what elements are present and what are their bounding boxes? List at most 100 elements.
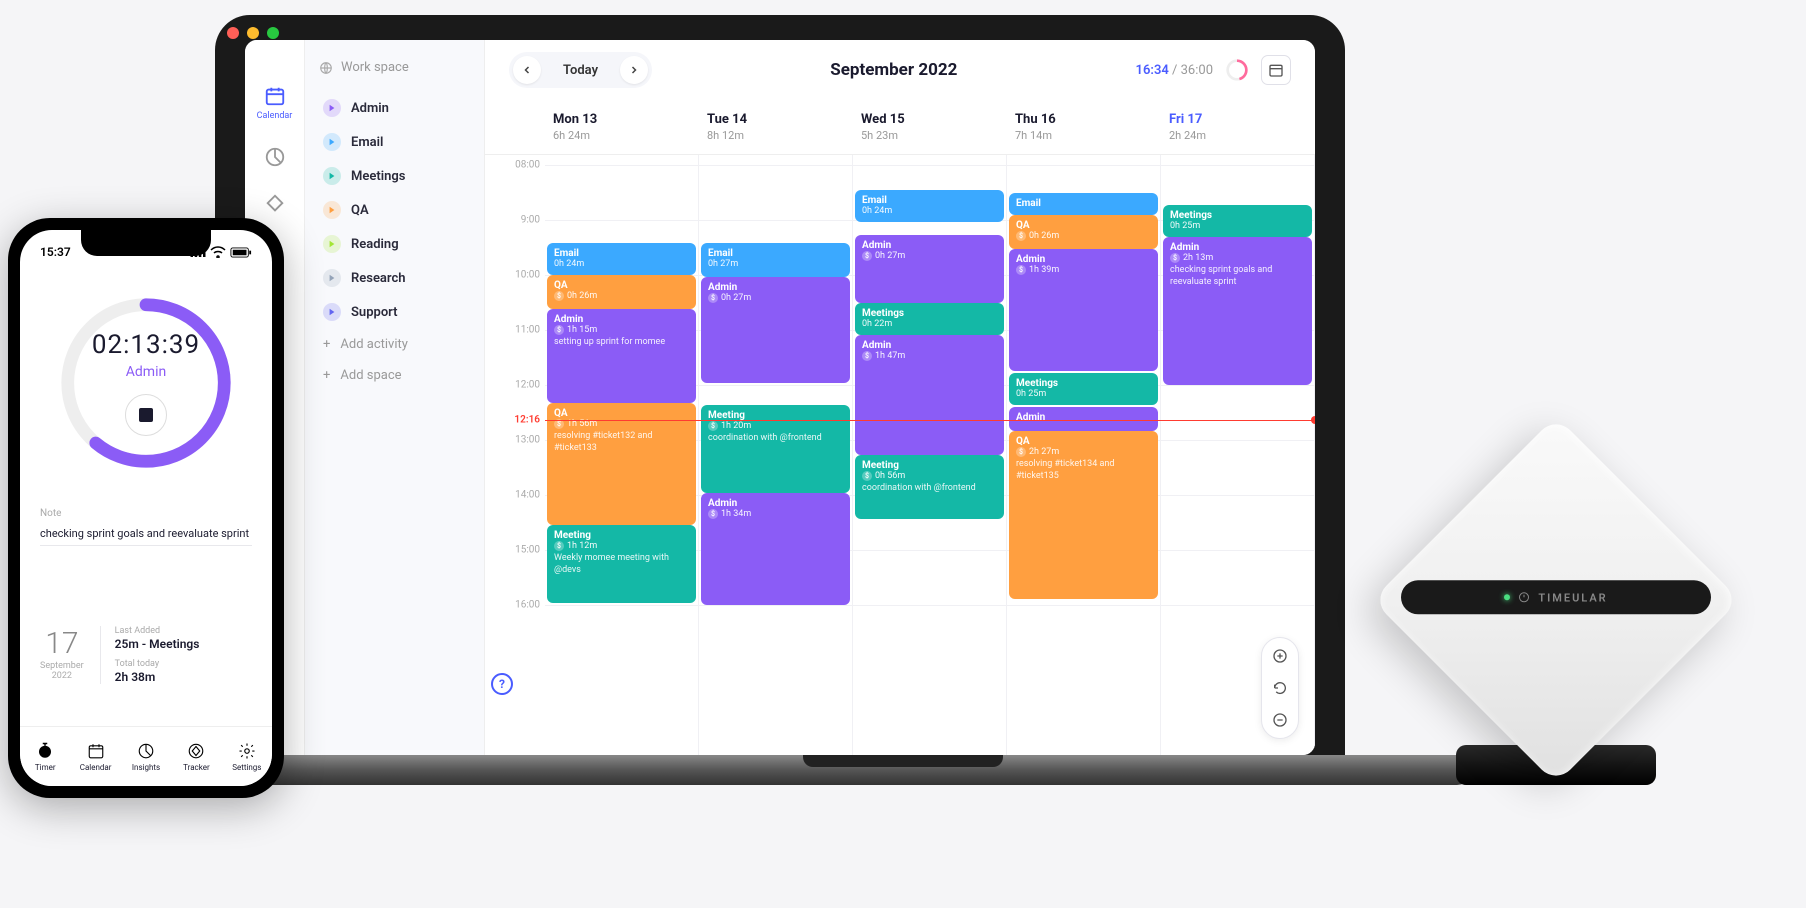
event-title: Meetings — [1016, 378, 1151, 389]
calendar-grid[interactable]: 08:009:0010:0011:0012:0013:0014:0015:001… — [485, 155, 1315, 755]
activity-support[interactable]: Support — [319, 295, 470, 329]
day-header[interactable]: Tue 148h 12m — [699, 100, 853, 154]
event-note: setting up sprint for momee — [554, 337, 689, 349]
date-year: 2022 — [40, 671, 84, 681]
event-block[interactable]: Admin$1h 39m — [1009, 249, 1158, 371]
nav-calendar[interactable]: Calendar — [257, 85, 293, 121]
event-block[interactable]: Meeting$1h 12mWeekly momee meeting with … — [547, 525, 696, 603]
diamond-icon — [187, 742, 205, 760]
event-title: Email — [1016, 198, 1151, 209]
calendar-icon — [1268, 62, 1284, 78]
event-note: coordination with @frontend — [862, 483, 997, 495]
day-column[interactable]: EmailQA$0h 26mAdmin$1h 39mMeetings0h 25m… — [1007, 155, 1161, 755]
event-block[interactable]: QA$2h 27mresolving #ticket134 and #ticke… — [1009, 431, 1158, 599]
tab-calendar[interactable]: Calendar — [70, 727, 120, 786]
event-duration: 0h 25m — [1170, 221, 1305, 231]
event-duration: $0h 27m — [862, 251, 997, 261]
event-title: QA — [554, 280, 689, 291]
event-title: Admin — [1016, 412, 1151, 423]
add-space[interactable]: +Add space — [319, 360, 470, 391]
mobile-app: 15:37 02:13:39 Admin Note checking sprin… — [20, 230, 272, 786]
event-title: Admin — [554, 314, 689, 325]
add-activity[interactable]: +Add activity — [319, 329, 470, 360]
time-summary: 16:34 / 36:00 — [1136, 55, 1291, 85]
stop-button[interactable] — [125, 394, 167, 436]
pie-icon — [264, 146, 286, 168]
event-block[interactable]: Admin$1h 47m — [855, 335, 1004, 455]
gear-icon — [238, 742, 256, 760]
note-input[interactable]: checking sprint goals and reevaluate spr… — [40, 522, 252, 546]
hour-label: 15:00 — [485, 545, 540, 556]
event-block[interactable]: Email — [1009, 193, 1158, 215]
event-duration: $1h 34m — [708, 509, 843, 519]
event-block[interactable]: QA$0h 26m — [547, 275, 696, 309]
tab-timer[interactable]: Timer — [20, 727, 70, 786]
help-button[interactable]: ? — [491, 673, 513, 695]
day-header[interactable]: Wed 155h 23m — [853, 100, 1007, 154]
tab-settings[interactable]: Settings — [222, 727, 272, 786]
sidebar: Work space AdminEmailMeetingsQAReadingRe… — [305, 40, 485, 755]
zoom-out-button[interactable] — [1268, 708, 1292, 732]
day-column[interactable]: Email0h 27mAdmin$0h 27m Meeting$1h 20mcoo… — [699, 155, 853, 755]
event-block[interactable]: Admin — [1009, 407, 1158, 431]
zoom-in-button[interactable] — [1268, 644, 1292, 668]
event-block[interactable]: Email0h 24m — [547, 243, 696, 275]
event-block[interactable]: Admin$0h 27m — [855, 235, 1004, 303]
day-column[interactable]: Email0h 24mQA$0h 26mAdmin$1h 15msetting … — [545, 155, 699, 755]
laptop-notch — [803, 755, 1003, 767]
play-icon — [323, 235, 341, 253]
event-block[interactable]: Email0h 24m — [855, 190, 1004, 222]
event-duration: 0h 22m — [862, 319, 997, 329]
nav-tracker[interactable] — [264, 193, 286, 215]
timer-value: 02:13:39 — [92, 330, 200, 360]
today-button[interactable]: Today — [549, 63, 612, 78]
activity-email[interactable]: Email — [319, 125, 470, 159]
progress-ring-icon — [1225, 58, 1249, 82]
hour-label: 11:00 — [485, 325, 540, 336]
summary-section: 17 September 2022 Last Added 25m - Meeti… — [20, 626, 272, 684]
event-block[interactable]: Admin$0h 27m — [701, 277, 850, 383]
activity-reading[interactable]: Reading — [319, 227, 470, 261]
calendar-icon — [264, 85, 286, 107]
event-block[interactable]: Meeting$1h 20mcoordination with @fronten… — [701, 405, 850, 493]
event-block[interactable]: QA$1h 56mresolving #ticket132 and #ticke… — [547, 403, 696, 525]
event-block[interactable]: Admin$2h 13mchecking sprint goals and re… — [1163, 237, 1312, 385]
current-time-label: 12:16 — [485, 415, 540, 426]
tab-tracker[interactable]: Tracker — [171, 727, 221, 786]
zoom-controls — [1261, 637, 1299, 739]
event-block[interactable]: Admin$1h 15msetting up sprint for momee — [547, 309, 696, 403]
event-block[interactable]: QA$0h 26m — [1009, 215, 1158, 249]
day-header[interactable]: Mon 136h 24m — [545, 100, 699, 154]
event-block[interactable]: Meetings0h 25m — [1163, 205, 1312, 237]
time-column: 08:009:0010:0011:0012:0013:0014:0015:001… — [485, 155, 545, 755]
day-header[interactable]: Fri 172h 24m — [1161, 100, 1315, 154]
event-block[interactable]: Meetings0h 25m — [1009, 373, 1158, 405]
reset-zoom-button[interactable] — [1268, 676, 1292, 700]
activity-meetings[interactable]: Meetings — [319, 159, 470, 193]
event-note: resolving #ticket132 and #ticket133 — [554, 431, 689, 454]
event-block[interactable]: Meetings0h 22m — [855, 303, 1004, 335]
event-title: QA — [1016, 220, 1151, 231]
activity-qa[interactable]: QA — [319, 193, 470, 227]
event-duration: $1h 39m — [1016, 265, 1151, 275]
play-icon — [323, 303, 341, 321]
event-block[interactable]: Email0h 27m — [701, 243, 850, 277]
tab-insights[interactable]: Insights — [121, 727, 171, 786]
activity-research[interactable]: Research — [319, 261, 470, 295]
nav-stats[interactable] — [264, 146, 286, 168]
next-button[interactable] — [620, 56, 648, 84]
event-block[interactable]: Admin$1h 34m — [701, 493, 850, 605]
last-added-value: 25m - Meetings — [115, 637, 252, 651]
workspace-header[interactable]: Work space — [319, 60, 470, 75]
day-header[interactable]: Thu 167h 14m — [1007, 100, 1161, 154]
event-block[interactable]: Meeting$0h 56mcoordination with @fronten… — [855, 455, 1004, 519]
event-title: Admin — [862, 240, 997, 251]
note-label: Note — [40, 508, 252, 519]
calendar-picker-button[interactable] — [1261, 55, 1291, 85]
device-band: TIMEULAR — [1401, 580, 1711, 614]
prev-button[interactable] — [513, 56, 541, 84]
hour-label: 12:00 — [485, 380, 540, 391]
activity-admin[interactable]: Admin — [319, 91, 470, 125]
event-title: Meeting — [554, 530, 689, 541]
day-column[interactable]: Email0h 24mAdmin$0h 27mMeetings0h 22mAdm… — [853, 155, 1007, 755]
